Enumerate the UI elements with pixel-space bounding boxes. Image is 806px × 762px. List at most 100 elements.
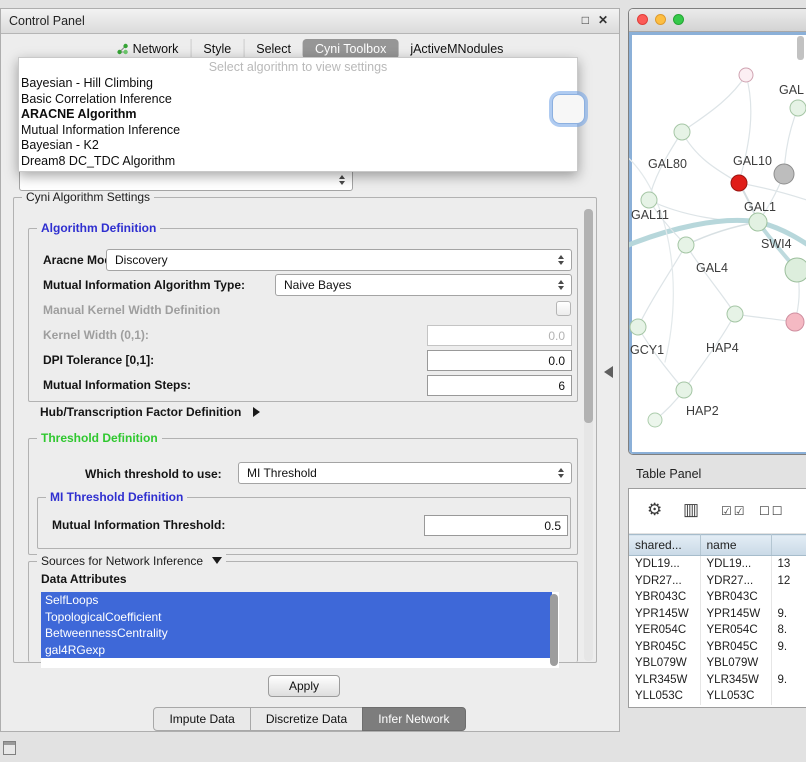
network-node[interactable] [641, 192, 657, 208]
network-node[interactable] [727, 306, 743, 322]
node-label: GAL4 [696, 261, 728, 275]
algorithm-option[interactable]: Bayesian - K2 [19, 138, 577, 154]
table-column-header[interactable] [771, 535, 806, 556]
table-row[interactable]: YDR27...YDR27...12 [629, 573, 806, 590]
algorithm-option[interactable]: ARACNE Algorithm [19, 107, 577, 123]
network-edge[interactable] [638, 245, 686, 327]
control-panel-titlebar[interactable]: Control Panel □ ✕ [1, 9, 619, 34]
tab-label: Style [203, 42, 231, 56]
mi-algorithm-type-combo[interactable]: Naive Bayes [275, 274, 572, 296]
table-cell: YDR27... [700, 573, 771, 590]
network-node[interactable] [676, 382, 692, 398]
algorithm-option[interactable]: Mutual Information Inference [19, 123, 577, 139]
table-row[interactable]: YLL053CYLL053C [629, 688, 806, 705]
network-node[interactable] [731, 175, 747, 191]
network-edge[interactable] [638, 327, 684, 390]
attribute-list-scrollbar[interactable] [550, 594, 558, 666]
apply-button[interactable]: Apply [268, 675, 340, 697]
focused-panel-button[interactable] [552, 94, 585, 124]
mi-steps-label: Mutual Information Steps: [43, 378, 191, 392]
network-canvas[interactable]: GALGAL80GAL10GAL11GAL1SWI4GAL4GCY1HAP4HA… [629, 32, 806, 455]
data-attributes-list[interactable]: SelfLoopsTopologicalCoefficientBetweenne… [41, 592, 559, 668]
mi-threshold-field[interactable]: 0.5 [424, 515, 568, 536]
network-window-titlebar[interactable] [629, 9, 806, 32]
table-column-header[interactable]: shared... [629, 535, 700, 556]
tab-style[interactable]: Style [190, 39, 243, 59]
network-node[interactable] [790, 100, 806, 116]
table-row[interactable]: YPR145WYPR145W9. [629, 606, 806, 623]
tab-cyni-toolbox[interactable]: Cyni Toolbox [303, 39, 398, 59]
network-node[interactable] [786, 313, 804, 331]
network-node[interactable] [749, 213, 767, 231]
network-edge[interactable] [682, 132, 739, 183]
algorithm-option[interactable]: Bayesian - Hill Climbing [19, 76, 577, 92]
node-attribute-table[interactable]: shared...name YDL19...YDL19...13YDR27...… [629, 534, 806, 705]
table-row[interactable]: YBR043CYBR043C [629, 589, 806, 606]
hub-definition-expander[interactable]: Hub/Transcription Factor Definition [40, 405, 260, 419]
deselect-all-rows-icon[interactable]: ☐☐ [759, 504, 785, 518]
sources-group: Sources for Network Inference Data Attri… [28, 561, 578, 662]
table-row[interactable]: YBL079WYBL079W [629, 655, 806, 672]
table-column-header[interactable]: name [700, 535, 771, 556]
table-cell: YPR145W [629, 606, 700, 623]
mi-type-value: Naive Bayes [276, 278, 554, 292]
attribute-item[interactable]: BetweennessCentrality [41, 625, 552, 642]
tab-select[interactable]: Select [243, 39, 303, 59]
mi-steps-field[interactable]: 6 [427, 375, 572, 396]
table-cell: YLR345W [629, 672, 700, 689]
close-traffic-light-icon[interactable] [637, 14, 648, 25]
table-settings-gear-icon[interactable]: ⚙ [647, 500, 662, 520]
network-graph[interactable]: GALGAL80GAL10GAL11GAL1SWI4GAL4GCY1HAP4HA… [629, 32, 806, 455]
panel-collapse-arrow-icon[interactable] [604, 366, 613, 378]
network-node[interactable] [739, 68, 753, 82]
close-window-icon[interactable]: ✕ [598, 13, 608, 27]
table-row[interactable]: YER054CYER054C8. [629, 622, 806, 639]
network-node[interactable] [630, 319, 646, 335]
table-row[interactable]: YDL19...YDL19...13 [629, 556, 806, 573]
table-cell: YLR345W [700, 672, 771, 689]
manual-kernel-checkbox[interactable] [556, 301, 571, 316]
network-edge[interactable] [682, 75, 746, 132]
algorithm-select-combo[interactable] [19, 169, 353, 191]
settings-group-legend: Cyni Algorithm Settings [22, 190, 154, 204]
zoom-traffic-light-icon[interactable] [673, 14, 684, 25]
network-node[interactable] [785, 258, 806, 282]
aracne-mode-combo[interactable]: Discovery [106, 249, 572, 271]
network-node[interactable] [678, 237, 694, 253]
cyni-algorithm-settings-group: Cyni Algorithm Settings Algorithm Defini… [13, 197, 597, 663]
float-window-icon[interactable]: □ [582, 13, 589, 27]
tab-jactivemnodules[interactable]: jActiveMNodules [398, 39, 515, 59]
network-scrollbar-thumb[interactable] [797, 36, 804, 60]
table-row[interactable]: YLR345WYLR345W9. [629, 672, 806, 689]
node-label: HAP2 [686, 404, 719, 418]
minimize-traffic-light-icon[interactable] [655, 14, 666, 25]
select-all-rows-icon[interactable]: ☑☑ [721, 504, 747, 518]
tab-network[interactable]: Network [105, 39, 191, 59]
table-header-row[interactable]: shared...name [629, 535, 806, 556]
column-chooser-icon[interactable]: ▥ [683, 500, 699, 520]
settings-scrollbar[interactable] [584, 209, 593, 661]
restore-panel-icon[interactable] [3, 741, 16, 755]
algorithm-option[interactable]: Dream8 DC_TDC Algorithm [19, 154, 577, 170]
network-node[interactable] [774, 164, 794, 184]
table-cell: YBL079W [629, 655, 700, 672]
which-threshold-combo[interactable]: MI Threshold [238, 462, 572, 484]
table-cell [771, 589, 806, 606]
table-panel: Table Panel ⚙ ▥ ☑☑ ☐☐ shared...name YDL1… [628, 462, 806, 714]
network-node[interactable] [648, 413, 662, 427]
algorithm-option[interactable]: Basic Correlation Inference [19, 92, 577, 108]
settings-scrollbar-thumb[interactable] [584, 209, 593, 423]
table-row[interactable]: YBR045CYBR045C9. [629, 639, 806, 656]
sources-legend[interactable]: Sources for Network Inference [37, 554, 226, 568]
dpi-tolerance-field[interactable]: 0.0 [427, 350, 572, 371]
attribute-item[interactable]: SelfLoops [41, 592, 552, 609]
tab-impute-data[interactable]: Impute Data [153, 707, 250, 731]
tab-discretize-data[interactable]: Discretize Data [250, 707, 363, 731]
attribute-item[interactable]: gal4RGexp [41, 642, 552, 659]
table-cell: YLL053C [700, 688, 771, 705]
attribute-item[interactable]: TopologicalCoefficient [41, 609, 552, 626]
network-node[interactable] [674, 124, 690, 140]
kernel-width-field[interactable]: 0.0 [427, 325, 572, 346]
tab-infer-network[interactable]: Infer Network [362, 707, 465, 731]
network-edge[interactable] [686, 245, 735, 314]
